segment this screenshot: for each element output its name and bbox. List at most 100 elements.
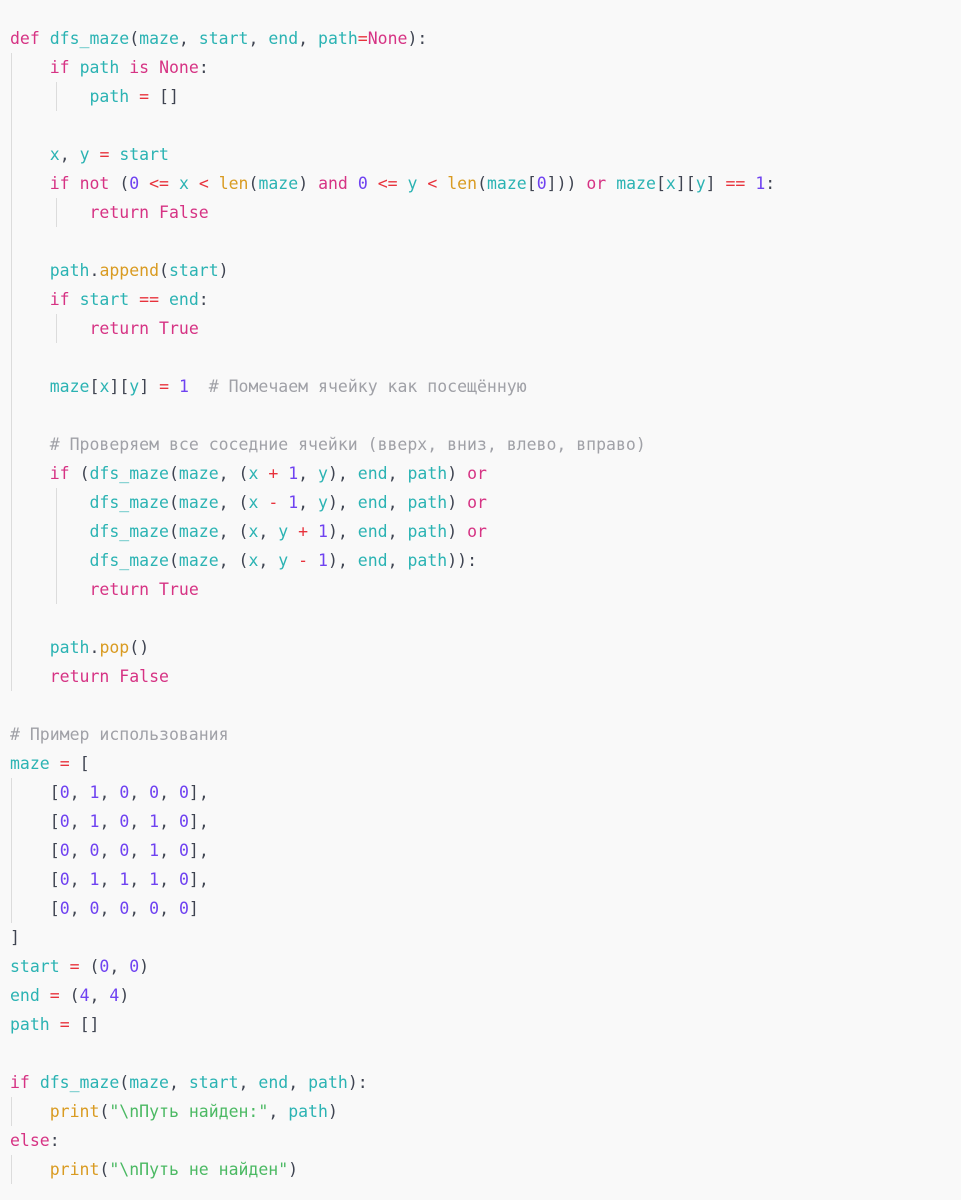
code-number: 1 (149, 841, 160, 860)
code-operator: < (427, 174, 438, 193)
code-line[interactable] (0, 343, 961, 372)
code-line[interactable] (0, 401, 961, 430)
code-punctuation: , (218, 493, 229, 512)
code-punctuation: , (218, 522, 229, 541)
code-punctuation: , (298, 493, 309, 512)
code-editor-viewport[interactable]: def dfs_maze(maze, start, end, path=None… (0, 0, 961, 1200)
code-punctuation: , (387, 493, 398, 512)
code-token: return (89, 580, 150, 599)
code-token: or (586, 174, 607, 193)
code-line[interactable] (0, 1039, 961, 1068)
code-token: else (10, 1131, 50, 1150)
code-punctuation: , (159, 870, 169, 889)
code-line[interactable]: # Проверяем все соседние ячейки (вверх, … (0, 430, 961, 459)
code-punctuation: , (159, 783, 169, 802)
code-line[interactable] (0, 227, 961, 256)
code-line[interactable]: return False (0, 198, 961, 227)
code-punctuation: ) (327, 1102, 338, 1121)
code-token: end (168, 290, 199, 309)
code-line[interactable]: return True (0, 575, 961, 604)
code-line[interactable]: if not (0 <= x < len(maze) and 0 <= y < … (0, 169, 961, 198)
code-line[interactable] (0, 111, 961, 140)
code-line[interactable]: return False (0, 662, 961, 691)
code-token: x (248, 551, 259, 570)
code-line[interactable]: if start == end: (0, 285, 961, 314)
code-number: 1 (89, 812, 100, 831)
code-punctuation: , (69, 870, 80, 889)
code-punctuation: ) (139, 957, 150, 976)
code-punctuation: . (89, 261, 100, 280)
code-line[interactable]: path = [] (0, 82, 961, 111)
code-number: 1 (288, 493, 299, 512)
code-line-text: path = [] (10, 1015, 99, 1034)
code-line[interactable]: dfs_maze(maze, (x - 1, y), end, path) or (0, 488, 961, 517)
code-line[interactable]: [0, 1, 1, 1, 0], (0, 865, 961, 894)
code-line[interactable] (0, 691, 961, 720)
code-line[interactable]: [0, 1, 0, 1, 0], (0, 807, 961, 836)
code-line[interactable]: return True (0, 314, 961, 343)
code-line[interactable]: maze = [ (0, 749, 961, 778)
code-token: is (129, 58, 150, 77)
code-token: y (407, 174, 418, 193)
code-line[interactable]: ] (0, 923, 961, 952)
code-line[interactable]: dfs_maze(maze, (x, y - 1), end, path)): (0, 546, 961, 575)
code-line-text: dfs_maze(maze, (x, y - 1), end, path)): (10, 551, 477, 570)
code-line[interactable]: dfs_maze(maze, (x, y + 1), end, path) or (0, 517, 961, 546)
code-number: 1 (149, 812, 160, 831)
code-line[interactable]: path.pop() (0, 633, 961, 662)
code-punctuation: , (99, 841, 110, 860)
code-line[interactable]: end = (4, 4) (0, 981, 961, 1010)
code-line[interactable]: [0, 0, 0, 1, 0], (0, 836, 961, 865)
code-line[interactable]: if path is None: (0, 53, 961, 82)
code-punctuation: , (198, 783, 209, 802)
code-line[interactable]: path = [] (0, 1010, 961, 1039)
indent-guides (0, 604, 961, 633)
code-punctuation: ) (288, 1160, 299, 1179)
code-punctuation: , (268, 1102, 279, 1121)
code-punctuation: , (337, 493, 348, 512)
code-line[interactable]: x, y = start (0, 140, 961, 169)
code-line[interactable]: def dfs_maze(maze, start, end, path=None… (0, 24, 961, 53)
code-operator: = (357, 29, 368, 48)
code-line-text: [0, 0, 0, 0, 0] (10, 899, 199, 918)
code-line[interactable]: if dfs_maze(maze, start, end, path): (0, 1068, 961, 1097)
code-punctuation: , (159, 841, 169, 860)
code-number: 0 (119, 841, 130, 860)
code-token: path (308, 1073, 348, 1092)
code-punctuation: , (59, 145, 70, 164)
code-line[interactable]: maze[x][y] = 1 # Помечаем ячейку как пос… (0, 372, 961, 401)
code-line[interactable]: print("\nПуть найден:", path) (0, 1097, 961, 1126)
code-punctuation: , (258, 522, 269, 541)
code-token: start (168, 261, 219, 280)
code-line-text: print("\nПуть не найден") (10, 1160, 298, 1179)
code-line[interactable]: path.append(start) (0, 256, 961, 285)
code-operator: = (59, 754, 70, 773)
code-line[interactable]: print("\nПуть не найден") (0, 1155, 961, 1184)
code-operator: + (298, 522, 309, 541)
code-token: if (10, 1073, 30, 1092)
code-line[interactable]: start = (0, 0) (0, 952, 961, 981)
code-punctuation: : (198, 58, 209, 77)
code-line[interactable]: if (dfs_maze(maze, (x + 1, y), end, path… (0, 459, 961, 488)
code-line[interactable]: [0, 1, 0, 0, 0], (0, 778, 961, 807)
code-line[interactable]: else: (0, 1126, 961, 1155)
code-line[interactable] (0, 604, 961, 633)
code-line-text: [0, 0, 0, 1, 0], (10, 841, 209, 860)
code-token: end (357, 464, 388, 483)
code-number: 1 (89, 783, 100, 802)
code-punctuation: [ (655, 174, 666, 193)
indent-guides (0, 691, 961, 720)
code-token: maze (258, 174, 299, 193)
code-punctuation: ( (129, 29, 140, 48)
code-token: maze (10, 754, 50, 773)
code-token: x (248, 464, 259, 483)
code-token: or (467, 464, 487, 483)
code-line[interactable]: [0, 0, 0, 0, 0] (0, 894, 961, 923)
code-token: dfs_maze (89, 551, 169, 570)
code-number: 0 (129, 174, 140, 193)
code-line[interactable]: # Пример использования (0, 720, 961, 749)
